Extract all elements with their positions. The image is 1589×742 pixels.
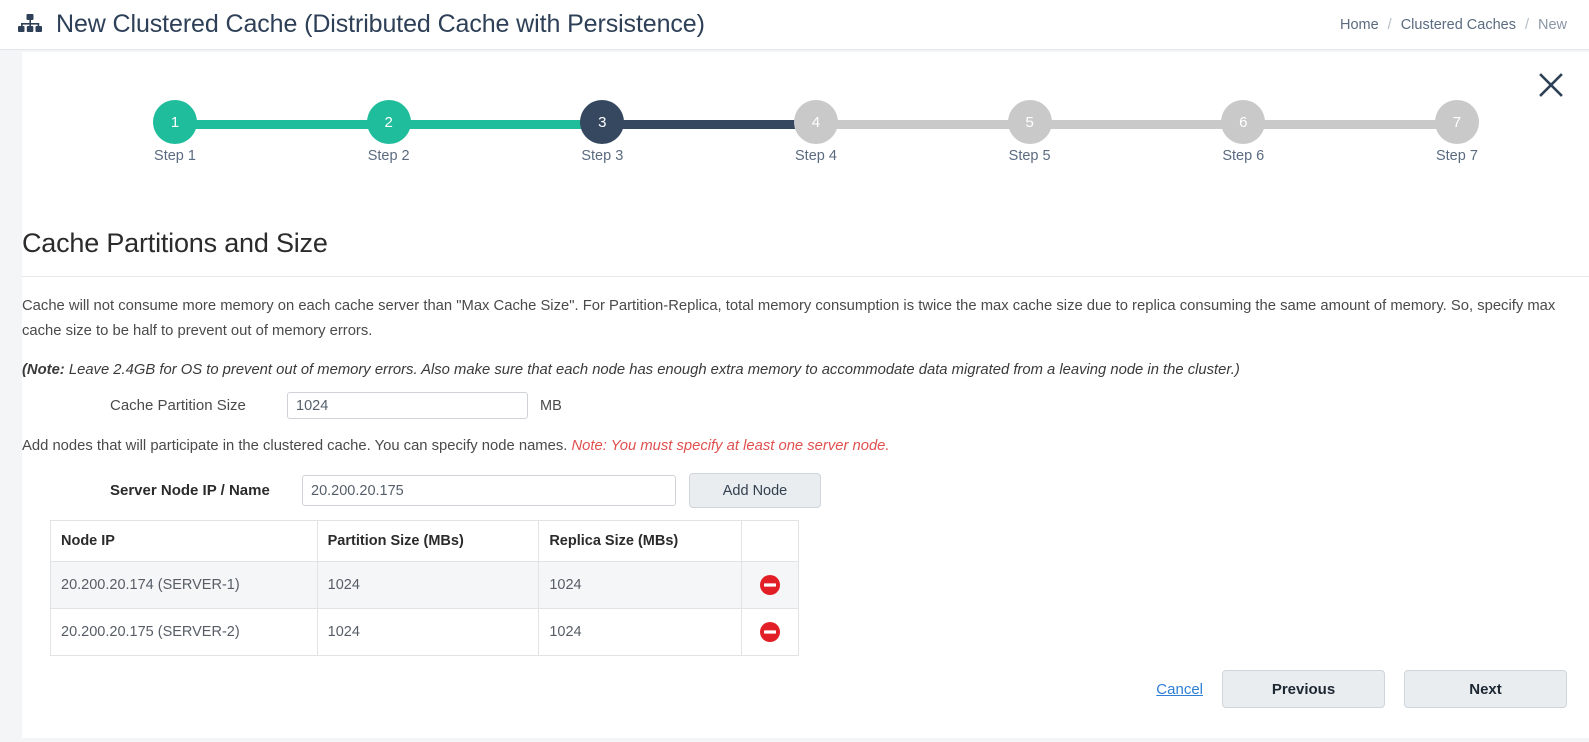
- stepper-node-6[interactable]: 6: [1221, 100, 1266, 144]
- node-cell-partition-size: 1024: [316, 561, 540, 609]
- wizard-footer: Cancel Previous Next: [1156, 670, 1567, 708]
- remove-node-icon[interactable]: [759, 574, 781, 596]
- stepper-node-3[interactable]: 3: [580, 100, 625, 144]
- breadcrumb-separator: /: [1524, 16, 1529, 33]
- add-nodes-instruction: Add nodes that will participate in the c…: [22, 438, 890, 454]
- previous-button[interactable]: Previous: [1222, 670, 1385, 708]
- cancel-link[interactable]: Cancel: [1156, 681, 1203, 698]
- sitemap-icon: [18, 13, 42, 32]
- note-body: Leave 2.4GB for OS to prevent out of mem…: [64, 362, 1240, 378]
- table-row: 20.200.20.175 (SERVER-2) 1024 1024: [50, 608, 799, 656]
- breadcrumb-clustered-caches[interactable]: Clustered Caches: [1401, 17, 1516, 33]
- description-text: Cache will not consume more memory on ea…: [22, 298, 1556, 339]
- cache-partition-size-input[interactable]: [287, 392, 528, 419]
- node-cell-replica-size: 1024: [538, 561, 743, 609]
- add-nodes-warning: Note: You must specify at least one serv…: [571, 438, 890, 454]
- breadcrumb: Home / Clustered Caches / New: [1340, 17, 1567, 33]
- breadcrumb-home[interactable]: Home: [1340, 17, 1379, 33]
- stepper-node-2[interactable]: 2: [366, 100, 411, 144]
- page-gutter: [0, 50, 22, 742]
- cache-partition-size-label: Cache Partition Size: [110, 397, 246, 414]
- node-cell-action: [741, 561, 799, 609]
- server-node-row: Server Node IP / Name Add Node: [110, 473, 821, 508]
- breadcrumb-current: New: [1537, 16, 1567, 33]
- note-text: (Note: Leave 2.4GB for OS to prevent out…: [22, 362, 1240, 378]
- stepper-node-1[interactable]: 1: [153, 100, 197, 144]
- node-table-col-header-0: Node IP: [50, 520, 318, 562]
- stepper-node-4[interactable]: 4: [793, 100, 838, 144]
- table-row: 20.200.20.174 (SERVER-1) 1024 1024: [50, 561, 799, 609]
- cache-partition-size-row: Cache Partition Size MB: [110, 392, 562, 419]
- node-table-body: 20.200.20.174 (SERVER-1) 1024 1024 20.200.2…: [50, 561, 799, 656]
- note-label: (Note:: [22, 362, 65, 378]
- node-table: Node IP Partition Size (MBs) Replica Size …: [50, 520, 799, 656]
- node-cell-partition-size: 1024: [316, 608, 540, 656]
- add-nodes-text: Add nodes that will participate in the c…: [22, 438, 572, 454]
- wizard-content: Cache Partitions and Size Cache will not…: [22, 52, 1589, 738]
- app-header: New Clustered Cache (Distributed Cache w…: [0, 0, 1589, 50]
- stepper-node-5[interactable]: 5: [1007, 100, 1052, 144]
- section-title: Cache Partitions and Size: [22, 228, 328, 258]
- server-node-label: Server Node IP / Name: [110, 482, 270, 499]
- breadcrumb-separator: /: [1387, 16, 1392, 33]
- wizard-panel: 1234567 Step 1 Step 2 Step 3 Step 4 Step 5 St…: [22, 52, 1589, 738]
- header-title-group: New Clustered Cache (Distributed Cache w…: [0, 10, 705, 39]
- add-node-button[interactable]: Add Node: [689, 473, 821, 508]
- page-title: New Clustered Cache (Distributed Cache w…: [56, 10, 705, 38]
- node-table-header-row: Node IP Partition Size (MBs) Replica Size …: [50, 520, 799, 562]
- stepper-node-7[interactable]: 7: [1434, 100, 1479, 144]
- remove-node-icon[interactable]: [759, 621, 781, 643]
- section-divider: [22, 276, 1589, 277]
- node-table-col-header-1: Partition Size (MBs): [316, 520, 540, 562]
- node-table-col-header-3: [741, 520, 799, 562]
- server-node-input[interactable]: [302, 475, 676, 506]
- next-button[interactable]: Next: [1404, 670, 1567, 708]
- node-table-head: Node IP Partition Size (MBs) Replica Size …: [50, 520, 799, 562]
- node-cell-node-ip: 20.200.20.175 (SERVER-2): [50, 608, 318, 656]
- node-cell-node-ip: 20.200.20.174 (SERVER-1): [50, 561, 318, 609]
- node-cell-action: [741, 608, 799, 656]
- cache-partition-size-unit: MB: [540, 397, 562, 414]
- node-cell-replica-size: 1024: [538, 608, 743, 656]
- node-table-col-header-2: Replica Size (MBs): [538, 520, 743, 562]
